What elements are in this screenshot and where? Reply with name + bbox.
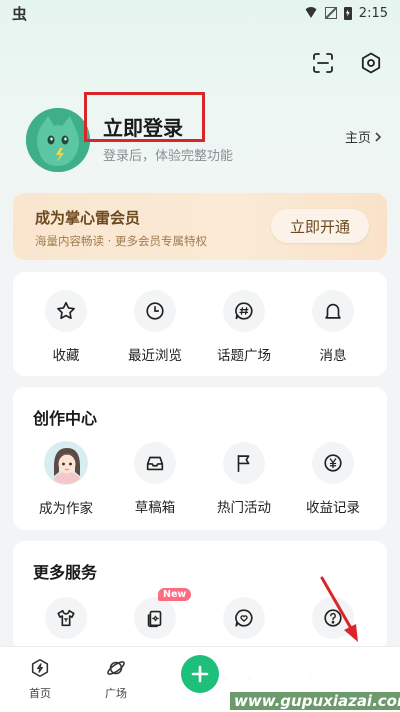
clock-time: 2:15	[358, 5, 388, 21]
tab-square[interactable]: 广场	[86, 657, 146, 701]
quick-action-label: 话题广场	[217, 348, 271, 364]
service-item-cards[interactable]: New	[110, 588, 200, 639]
settings-button[interactable]	[356, 48, 386, 78]
quick-action-label: 收藏	[52, 348, 80, 364]
tab-label: 首页	[29, 687, 51, 700]
login-button[interactable]: 立即登录	[103, 112, 183, 141]
homepage-label: 主页	[345, 131, 372, 146]
yen-coin-icon	[312, 442, 354, 484]
cards-icon: New	[134, 588, 192, 639]
tab-label: 广场	[105, 687, 127, 700]
more-services-title: 更多服务	[33, 563, 98, 582]
service-item-feedback[interactable]	[199, 597, 289, 639]
scan-button[interactable]	[308, 48, 338, 78]
vip-banner[interactable]: 成为掌心雷会员 海量内容畅读 · 更多会员专属特权 立即开通	[13, 193, 387, 260]
quick-action-recent[interactable]: 最近浏览	[110, 290, 200, 364]
vip-title: 成为掌心雷会员	[35, 209, 141, 227]
creation-become-author[interactable]: 成为作家	[21, 441, 111, 517]
login-subtitle: 登录后，体验完整功能	[103, 149, 234, 164]
new-badge: New	[158, 588, 192, 601]
flag-icon	[223, 442, 265, 484]
creation-drafts[interactable]: 草稿箱	[110, 442, 200, 516]
vip-subtitle: 海量内容畅读 · 更多会员专属特权	[35, 234, 207, 248]
avatar[interactable]	[26, 108, 90, 172]
create-post-button[interactable]	[181, 655, 219, 693]
bell-icon	[312, 290, 354, 332]
quick-action-favorites[interactable]: 收藏	[21, 290, 111, 364]
lightning-home-icon	[31, 658, 49, 678]
plus-icon	[191, 665, 209, 683]
quick-action-topics[interactable]: 话题广场	[199, 290, 289, 364]
status-icons: 2:15	[303, 5, 388, 21]
creation-earnings[interactable]: 收益记录	[288, 442, 378, 516]
author-avatar	[44, 441, 88, 485]
creation-center-card: 创作中心 成为作家 草稿箱 热门活动 收益记录	[13, 387, 387, 530]
creation-hot-events[interactable]: 热门活动	[199, 442, 289, 516]
question-icon	[312, 597, 354, 639]
bottom-tab-bar: 首页 广场	[0, 646, 400, 712]
heart-chat-icon	[223, 597, 265, 639]
quick-action-messages[interactable]: 消息	[288, 290, 378, 364]
inbox-tray-icon	[134, 442, 176, 484]
notification-glyph: 虫	[12, 4, 28, 23]
tshirt-icon	[45, 597, 87, 639]
creation-item-label: 成为作家	[39, 501, 93, 517]
battery-charging-icon	[343, 6, 352, 20]
clock-icon	[134, 290, 176, 332]
service-item-help[interactable]	[288, 597, 378, 639]
more-services-card: 更多服务 New	[13, 541, 387, 651]
gear-icon	[361, 52, 381, 74]
chevron-right-icon	[375, 131, 382, 142]
creation-item-label: 热门活动	[217, 500, 271, 516]
status-bar: 虫 2:15	[0, 0, 400, 26]
mascot-avatar-icon	[26, 108, 90, 172]
quick-action-label: 消息	[319, 348, 347, 364]
creation-item-label: 收益记录	[306, 500, 360, 516]
wifi-icon	[303, 7, 318, 19]
star-icon	[45, 290, 87, 332]
planet-icon	[107, 661, 125, 675]
creation-center-title: 创作中心	[33, 409, 98, 428]
no-sim-icon	[324, 7, 337, 19]
hashtag-chat-icon	[223, 290, 265, 332]
homepage-link[interactable]: 主页	[345, 127, 382, 146]
service-item-theme[interactable]	[21, 597, 111, 639]
scan-icon	[313, 53, 333, 73]
creation-item-label: 草稿箱	[134, 500, 176, 516]
quick-action-label: 最近浏览	[128, 348, 182, 364]
vip-open-button[interactable]: 立即开通	[271, 209, 369, 243]
tab-home[interactable]: 首页	[10, 657, 70, 701]
quick-actions-card: 收藏 最近浏览 话题广场 消息	[13, 272, 387, 376]
